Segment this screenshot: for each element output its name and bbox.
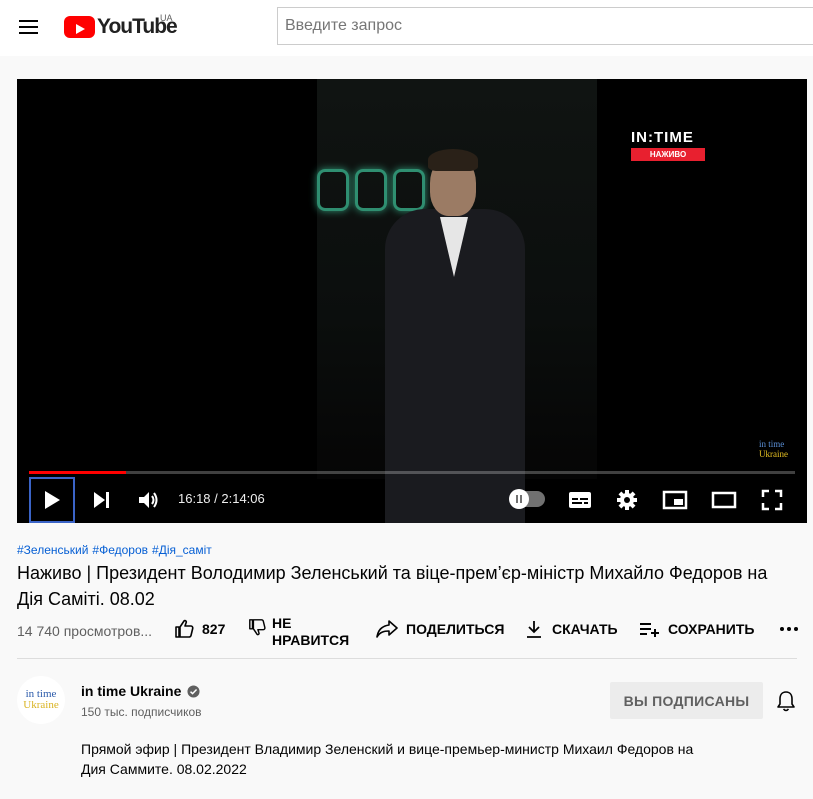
more-actions-button[interactable] bbox=[779, 626, 807, 632]
subtitles-button[interactable] bbox=[563, 480, 597, 520]
live-badge: НАЖИВО bbox=[631, 148, 705, 161]
miniplayer-icon bbox=[662, 490, 688, 510]
thumbs-down-icon bbox=[249, 619, 266, 636]
like-count: 827 bbox=[202, 621, 226, 637]
pause-icon bbox=[509, 489, 529, 509]
fullscreen-button[interactable] bbox=[755, 480, 789, 520]
play-button[interactable] bbox=[29, 477, 75, 523]
fullscreen-icon bbox=[761, 489, 783, 511]
view-count[interactable]: 14 740 просмотров... bbox=[17, 623, 152, 639]
subscribe-button[interactable]: ВЫ ПОДПИСАНЫ bbox=[610, 682, 763, 719]
next-button[interactable] bbox=[87, 480, 117, 520]
next-icon bbox=[94, 492, 109, 508]
hashtag-link[interactable]: #Федоров bbox=[92, 543, 148, 557]
youtube-play-logo-icon bbox=[64, 16, 95, 38]
volume-icon bbox=[139, 492, 158, 508]
hashtags: #Зеленський #Федоров #Дія_саміт bbox=[17, 543, 216, 557]
time-display: 16:18 / 2:14:06 bbox=[178, 491, 265, 506]
subscriber-count: 150 тыс. подписчиков bbox=[81, 705, 202, 719]
play-icon bbox=[45, 491, 60, 509]
video-description: Прямой эфир | Президент Владимир Зеленск… bbox=[81, 741, 694, 777]
volume-button[interactable] bbox=[134, 480, 164, 520]
channel-name[interactable]: in time Ukraine bbox=[81, 683, 200, 699]
download-button[interactable]: СКАЧАТЬ bbox=[524, 619, 618, 639]
verified-icon bbox=[187, 684, 200, 698]
menu-icon[interactable] bbox=[18, 17, 40, 37]
search-input[interactable] bbox=[278, 8, 813, 44]
watermark: in time Ukraine bbox=[759, 439, 788, 459]
save-button[interactable]: СОХРАНИТЬ bbox=[638, 619, 754, 639]
save-label: СОХРАНИТЬ bbox=[668, 621, 755, 637]
subtitles-icon bbox=[569, 492, 591, 508]
dislike-label: НЕ НРАВИТСЯ bbox=[272, 615, 350, 648]
search-box bbox=[277, 7, 813, 45]
theater-icon bbox=[711, 491, 737, 509]
divider bbox=[17, 658, 797, 659]
download-label: СКАЧАТЬ bbox=[552, 621, 618, 637]
bell-icon bbox=[777, 691, 795, 712]
progress-fill bbox=[29, 471, 126, 474]
bug-title: IN:TIME bbox=[631, 129, 694, 146]
dislike-button[interactable]: НЕ НРАВИТСЯ bbox=[248, 615, 352, 649]
download-icon bbox=[527, 621, 541, 638]
video-title: Наживо | Президент Володимир Зеленський … bbox=[17, 563, 768, 609]
share-label: ПОДЕЛИТЬСЯ bbox=[406, 621, 505, 637]
hashtag-link[interactable]: #Дія_саміт bbox=[152, 543, 212, 557]
share-button[interactable]: ПОДЕЛИТЬСЯ bbox=[376, 619, 504, 639]
like-button[interactable]: 827 bbox=[174, 619, 225, 639]
hashtag-link[interactable]: #Зеленський bbox=[17, 543, 88, 557]
miniplayer-button[interactable] bbox=[658, 480, 692, 520]
gear-icon bbox=[617, 490, 637, 510]
share-icon bbox=[376, 620, 398, 638]
country-code: UA bbox=[160, 13, 173, 23]
theater-mode-button[interactable] bbox=[707, 480, 741, 520]
top-bar: YouTube UA bbox=[0, 0, 813, 56]
autoplay-toggle[interactable] bbox=[509, 489, 545, 509]
more-icon bbox=[780, 627, 798, 631]
notification-bell[interactable] bbox=[776, 690, 796, 717]
playlist-add-icon bbox=[640, 623, 659, 637]
channel-avatar[interactable]: in time Ukraine bbox=[17, 676, 65, 724]
youtube-logo[interactable]: YouTube UA bbox=[64, 13, 178, 40]
channel-bug: IN:TIME НАЖИВО bbox=[631, 129, 711, 171]
video-player[interactable]: IN:TIME НАЖИВО in time Ukraine 16:18 / 2… bbox=[17, 79, 807, 523]
settings-button[interactable] bbox=[610, 480, 644, 520]
channel-name-text: in time Ukraine bbox=[81, 683, 182, 699]
thumbs-up-icon bbox=[175, 619, 194, 638]
progress-bar[interactable] bbox=[29, 471, 795, 474]
